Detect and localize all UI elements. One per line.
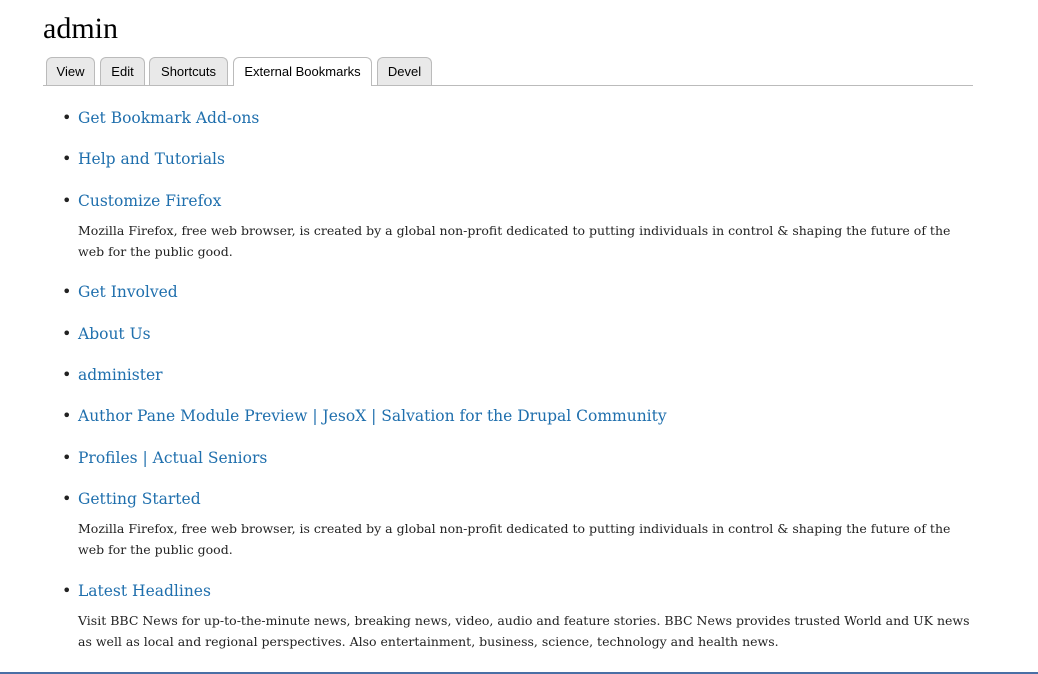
- bookmark-link[interactable]: Get Involved: [78, 281, 178, 303]
- bullet: •: [62, 191, 72, 210]
- bookmark-description: Visit BBC News for up-to-the-minute news…: [78, 613, 970, 649]
- bullet: •: [62, 324, 72, 343]
- bookmark-link[interactable]: Profiles | Actual Seniors: [78, 447, 267, 469]
- tab-devel[interactable]: Devel: [377, 57, 432, 85]
- bookmark-link[interactable]: About Us: [78, 323, 151, 345]
- bookmark-description: Mozilla Firefox, free web browser, is cr…: [78, 223, 951, 259]
- tab-shortcuts[interactable]: Shortcuts: [149, 57, 228, 85]
- bullet: •: [62, 149, 72, 168]
- bullet: •: [62, 282, 72, 301]
- bookmark-description: Mozilla Firefox, free web browser, is cr…: [78, 521, 951, 557]
- tab-external-bookmarks[interactable]: External Bookmarks: [233, 57, 372, 86]
- bullet: •: [62, 108, 72, 127]
- bookmark-link[interactable]: Customize Firefox: [78, 190, 221, 212]
- bullet: •: [62, 581, 72, 600]
- tab-edit[interactable]: Edit: [100, 57, 145, 85]
- tab-bar: View Edit Shortcuts External Bookmarks D…: [43, 57, 973, 86]
- bullet: •: [62, 406, 72, 425]
- page-title: admin: [43, 12, 118, 45]
- bookmark-link[interactable]: Getting Started: [78, 488, 201, 510]
- bookmark-link[interactable]: Get Bookmark Add-ons: [78, 107, 259, 129]
- bookmark-link[interactable]: Author Pane Module Preview | JesoX | Sal…: [78, 405, 667, 427]
- bookmark-link[interactable]: Help and Tutorials: [78, 148, 225, 170]
- bullet: •: [62, 489, 72, 508]
- bookmark-link[interactable]: Latest Headlines: [78, 580, 211, 602]
- tab-view[interactable]: View: [46, 57, 95, 85]
- bookmark-link[interactable]: administer: [78, 364, 163, 386]
- bullet: •: [62, 365, 72, 384]
- bullet: •: [62, 448, 72, 467]
